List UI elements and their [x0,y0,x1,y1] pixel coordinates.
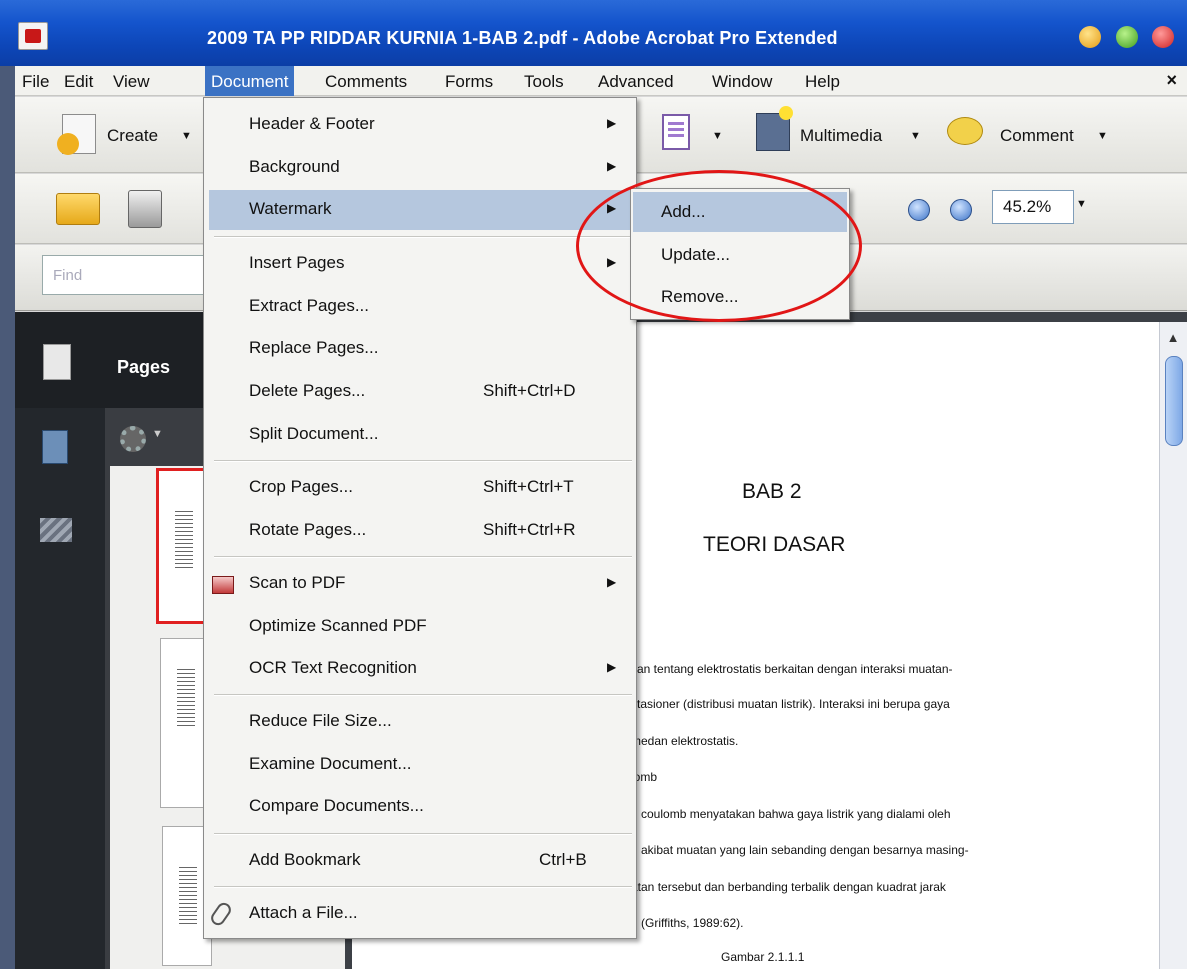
navigation-pane-buttons [15,312,105,969]
pages-icon[interactable] [43,344,71,380]
shortcut-label: Ctrl+B [539,850,587,869]
window-title: 2009 TA PP RIDDAR KURNIA 1-BAB 2.pdf - A… [207,28,838,48]
shortcut-label: Shift+Ctrl+R [483,520,576,539]
pages-panel-title: Pages [117,357,171,377]
scan-icon [212,576,234,594]
menu-window[interactable]: Window [712,72,772,92]
menu-view[interactable]: View [113,72,150,92]
document-menu: Header & Footer ▶ Background ▶ Watermark ▶ … [203,97,637,939]
menu-help[interactable]: Help [805,72,840,92]
menu-item-delete-pages[interactable]: Delete Pages... Shift+Ctrl+D [247,372,632,412]
menu-bar: File Edit View Document Comments Forms T… [15,66,1187,96]
menu-file[interactable]: File [22,72,49,92]
menu-item-extract-pages[interactable]: Extract Pages... [247,287,632,327]
zoom-level-field[interactable]: 45.2% [992,190,1074,224]
comment-dropdown-icon[interactable]: ▼ [1097,130,1108,142]
title-bar: 2009 TA PP RIDDAR KURNIA 1-BAB 2.pdf - A… [0,0,1187,66]
menu-item-compare-documents[interactable]: Compare Documents... [247,787,632,827]
zoom-in-icon[interactable] [950,199,972,221]
multimedia-button[interactable]: Multimedia [800,126,882,146]
scrollbar-thumb[interactable] [1165,356,1183,446]
menu-separator [214,556,632,558]
close-window-button[interactable] [1152,26,1174,48]
find-input[interactable]: Find [42,255,212,295]
menu-item-ocr-text-recognition[interactable]: OCR Text Recognition ▶ [247,649,632,689]
forms-dropdown-icon[interactable]: ▼ [712,130,723,142]
multimedia-icon[interactable] [756,106,793,151]
acrobat-window: 2009 TA PP RIDDAR KURNIA 1-BAB 2.pdf - A… [0,0,1187,969]
create-dropdown-icon[interactable]: ▼ [181,130,192,142]
open-folder-icon[interactable] [56,193,100,225]
document-subheading: TEORI DASAR [703,533,846,556]
menu-item-scan-to-pdf[interactable]: Scan to PDF ▶ [247,564,632,604]
acrobat-app-icon[interactable] [18,22,48,50]
multimedia-dropdown-icon[interactable]: ▼ [910,130,921,142]
scroll-up-icon[interactable]: ▲ [1163,330,1183,350]
options-gear-icon[interactable] [120,426,146,452]
menu-item-background[interactable]: Background ▶ [247,148,632,188]
zoom-dropdown-icon[interactable]: ▼ [1076,198,1087,210]
menu-tools[interactable]: Tools [524,72,564,92]
shortcut-label: Shift+Ctrl+D [483,381,576,400]
comment-icon[interactable] [947,117,983,145]
menu-item-replace-pages[interactable]: Replace Pages... [247,329,632,369]
create-button[interactable]: Create [107,126,158,146]
document-heading: BAB 2 [742,480,802,503]
document-line: atan tersebut dan berbanding terbalik de… [631,880,946,894]
document-line: medan elektrostatis. [631,734,739,748]
document-line: stasioner (distribusi muatan listrik). I… [631,697,950,711]
submenu-arrow-icon: ▶ [607,660,617,674]
menu-item-crop-pages[interactable]: Crop Pages... Shift+Ctrl+T [247,468,632,508]
annotation-highlight-ellipse [576,170,862,322]
close-document-icon[interactable]: × [1166,70,1177,91]
options-dropdown-icon[interactable]: ▼ [152,428,163,440]
menu-item-rotate-pages[interactable]: Rotate Pages... Shift+Ctrl+R [247,511,632,551]
submenu-arrow-icon: ▶ [607,575,617,589]
minimize-button[interactable] [1079,26,1101,48]
menu-separator [214,886,632,888]
menu-item-add-bookmark[interactable]: Add Bookmark Ctrl+B [247,841,632,881]
paperclip-icon [208,900,234,928]
menu-forms[interactable]: Forms [445,72,493,92]
menu-separator [214,694,632,696]
menu-separator [214,833,632,835]
document-line: san tentang elektrostatis berkaitan deng… [631,662,953,676]
menu-item-optimize-scanned-pdf[interactable]: Optimize Scanned PDF [247,607,632,647]
document-line: n (Griffiths, 1989:62). [631,916,744,930]
menu-comments[interactable]: Comments [325,72,407,92]
submenu-arrow-icon: ▶ [607,116,617,130]
print-icon[interactable] [128,190,162,228]
forms-icon[interactable] [662,114,690,150]
maximize-button[interactable] [1116,26,1138,48]
menu-item-split-document[interactable]: Split Document... [247,415,632,455]
menu-item-header-footer[interactable]: Header & Footer ▶ [247,105,632,145]
comment-button[interactable]: Comment [1000,126,1074,146]
menu-separator [214,236,632,238]
zoom-out-icon[interactable] [908,199,930,221]
menu-edit[interactable]: Edit [64,72,93,92]
window-border [0,66,15,969]
menu-item-insert-pages[interactable]: Insert Pages ▶ [247,244,632,284]
signatures-icon[interactable] [40,518,72,542]
menu-item-examine-document[interactable]: Examine Document... [247,745,632,785]
create-pdf-icon[interactable] [57,114,96,155]
bookmarks-icon[interactable] [42,430,68,464]
menu-advanced[interactable]: Advanced [598,72,674,92]
menu-item-reduce-file-size[interactable]: Reduce File Size... [247,702,632,742]
figure-caption: Gambar 2.1.1.1 [721,950,805,964]
shortcut-label: Shift+Ctrl+T [483,477,574,496]
menu-item-attach-a-file[interactable]: Attach a File... [247,894,632,934]
menu-document[interactable]: Document [205,66,295,96]
menu-item-watermark[interactable]: Watermark ▶ [209,190,632,230]
submenu-arrow-icon: ▶ [607,159,617,173]
menu-separator [214,460,632,462]
document-line: n coulomb menyatakan bahwa gaya listrik … [631,807,951,821]
document-line: n akibat muatan yang lain sebanding deng… [631,843,969,857]
